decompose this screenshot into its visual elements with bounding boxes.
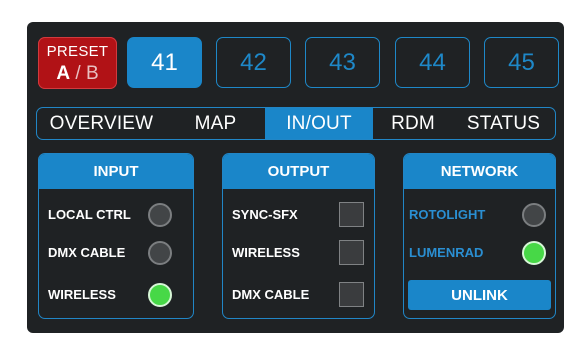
network-indicator-lumenrad bbox=[522, 241, 546, 265]
input-indicator-local-ctrl bbox=[148, 203, 172, 227]
input-label-wireless: WIRELESS bbox=[48, 287, 116, 302]
tab-overview[interactable]: OVERVIEW bbox=[37, 108, 166, 139]
input-panel-title: INPUT bbox=[39, 154, 193, 189]
output-checkbox-dmx-cable[interactable] bbox=[339, 282, 364, 307]
tab-bar: OVERVIEW MAP IN/OUT RDM STATUS bbox=[36, 107, 556, 140]
input-panel: INPUT LOCAL CTRL DMX CABLE WIRELESS bbox=[38, 153, 194, 319]
network-row-rotolight[interactable]: ROTOLIGHT bbox=[404, 202, 555, 228]
network-label-rotolight: ROTOLIGHT bbox=[409, 207, 486, 222]
input-indicator-wireless bbox=[148, 283, 172, 307]
network-panel-title: NETWORK bbox=[404, 154, 555, 189]
network-label-lumenrad: LUMENRAD bbox=[409, 245, 484, 260]
output-label-dmx-cable: DMX CABLE bbox=[232, 287, 310, 302]
input-label-dmx-cable: DMX CABLE bbox=[48, 245, 126, 260]
preset-title: PRESET bbox=[46, 43, 109, 60]
output-label-wireless: WIRELESS bbox=[232, 245, 300, 260]
input-row-wireless[interactable]: WIRELESS bbox=[39, 282, 193, 308]
network-row-lumenrad[interactable]: LUMENRAD bbox=[404, 240, 555, 266]
output-row-dmx-cable: DMX CABLE bbox=[223, 282, 374, 308]
output-panel: OUTPUT SYNC-SFX WIRELESS DMX CABLE bbox=[222, 153, 375, 319]
unlink-button[interactable]: UNLINK bbox=[408, 280, 551, 310]
preset-ab-indicator: A / B bbox=[38, 63, 117, 85]
preset-ab-button[interactable]: PRESET A / B bbox=[38, 37, 117, 89]
slot-button-42[interactable]: 42 bbox=[216, 37, 291, 88]
output-checkbox-sync-sfx[interactable] bbox=[339, 202, 364, 227]
input-label-local-ctrl: LOCAL CTRL bbox=[48, 207, 131, 222]
slot-button-43[interactable]: 43 bbox=[305, 37, 380, 88]
preset-a-label: A bbox=[56, 63, 71, 84]
slot-button-41[interactable]: 41 bbox=[127, 37, 202, 88]
slot-button-44[interactable]: 44 bbox=[395, 37, 470, 88]
output-row-wireless: WIRELESS bbox=[223, 240, 374, 266]
tab-map[interactable]: MAP bbox=[166, 108, 265, 139]
input-indicator-dmx-cable bbox=[148, 241, 172, 265]
preset-b-label: B bbox=[85, 63, 99, 84]
slot-button-45[interactable]: 45 bbox=[484, 37, 559, 88]
tab-rdm[interactable]: RDM bbox=[373, 108, 453, 139]
output-label-sync-sfx: SYNC-SFX bbox=[232, 207, 298, 222]
input-row-dmx-cable[interactable]: DMX CABLE bbox=[39, 240, 193, 266]
network-panel: NETWORK ROTOLIGHT LUMENRAD UNLINK bbox=[403, 153, 556, 319]
output-checkbox-wireless[interactable] bbox=[339, 240, 364, 265]
tab-status[interactable]: STATUS bbox=[453, 108, 554, 139]
tab-in-out[interactable]: IN/OUT bbox=[265, 108, 373, 139]
input-row-local-ctrl[interactable]: LOCAL CTRL bbox=[39, 202, 193, 228]
output-row-sync-sfx: SYNC-SFX bbox=[223, 202, 374, 228]
output-panel-title: OUTPUT bbox=[223, 154, 374, 189]
network-indicator-rotolight bbox=[522, 203, 546, 227]
preset-separator: / bbox=[70, 63, 86, 84]
